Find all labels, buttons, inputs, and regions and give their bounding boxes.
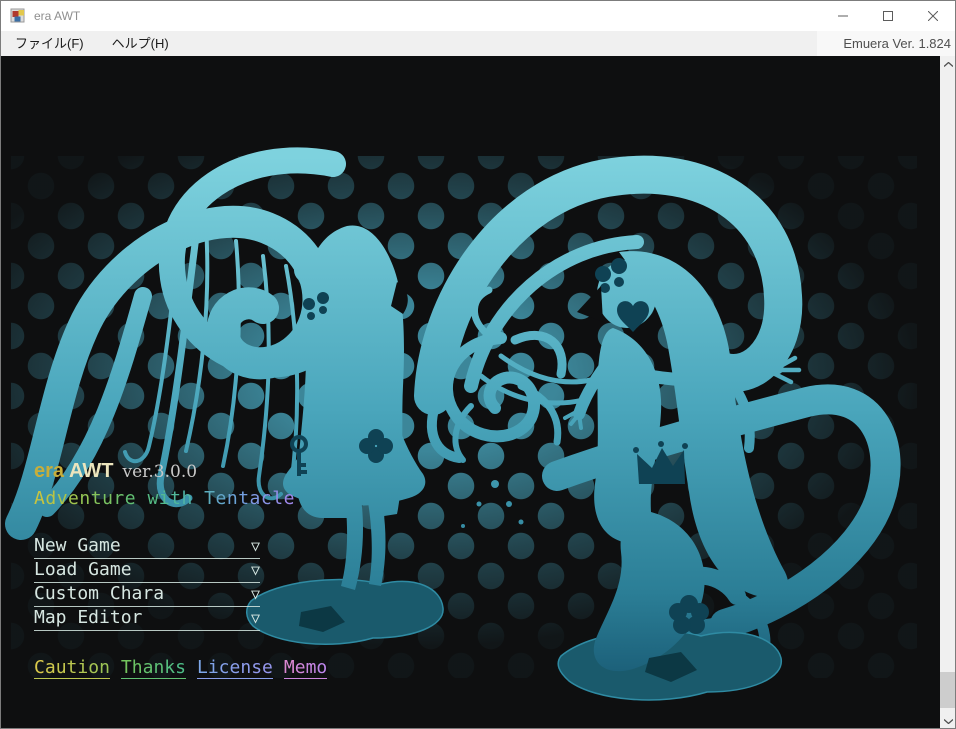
game-logo: eraAWT ver.3.0.0 — [34, 460, 197, 483]
menu-bar: ファイル(F) ヘルプ(H) Emuera Ver. 1.824 — [1, 31, 955, 56]
vertical-scrollbar[interactable] — [940, 56, 956, 729]
menu-file[interactable]: ファイル(F) — [1, 31, 98, 56]
logo-era: era — [34, 460, 64, 482]
emuera-version-label: Emuera Ver. 1.824 — [817, 31, 955, 56]
menu-help[interactable]: ヘルプ(H) — [98, 31, 183, 56]
close-icon — [928, 11, 938, 21]
app-window: era AWT ファイル(F) ヘルプ(H) Emuera Ver. 1.824 — [0, 0, 956, 729]
link-thanks[interactable]: Thanks — [121, 657, 186, 679]
menu-load-game[interactable]: Load Game ▽ — [34, 559, 260, 583]
app-window-icon — [10, 8, 26, 24]
window-title: era AWT — [34, 9, 820, 23]
dropdown-arrow-icon: ▽ — [251, 535, 260, 557]
menu-label: Custom Chara — [34, 583, 164, 605]
scrollbar-thumb[interactable] — [940, 672, 956, 708]
maximize-icon — [883, 11, 893, 21]
scroll-up-button[interactable] — [940, 56, 956, 73]
chevron-up-icon — [944, 62, 953, 67]
dropdown-arrow-icon: ▽ — [251, 559, 260, 581]
link-caution[interactable]: Caution — [34, 657, 110, 679]
menu-map-editor[interactable]: Map Editor ▽ — [34, 607, 260, 631]
logo-awt: AWT — [69, 460, 113, 482]
maximize-button[interactable] — [865, 1, 910, 31]
link-license[interactable]: License — [197, 657, 273, 679]
dropdown-arrow-icon: ▽ — [251, 607, 260, 629]
scroll-down-button[interactable] — [940, 713, 956, 729]
menu-custom-chara[interactable]: Custom Chara ▽ — [34, 583, 260, 607]
minimize-button[interactable] — [820, 1, 865, 31]
title-bar: era AWT — [1, 1, 955, 31]
close-button[interactable] — [910, 1, 955, 31]
footer-links: Caution Thanks License Memo — [34, 657, 327, 679]
link-memo[interactable]: Memo — [284, 657, 327, 679]
menu-label: New Game — [34, 535, 121, 557]
menu-label: Map Editor — [34, 607, 142, 629]
main-menu: New Game ▽ Load Game ▽ Custom Chara ▽ Ma… — [34, 535, 260, 631]
minimize-icon — [838, 11, 848, 21]
game-subtitle: Adventure with Tentacle — [34, 488, 295, 509]
menu-label: Load Game — [34, 559, 132, 581]
menu-new-game[interactable]: New Game ▽ — [34, 535, 260, 559]
game-console: eraAWTver.3.0.0 Adventure with Tentacle … — [1, 56, 956, 729]
dropdown-arrow-icon: ▽ — [251, 583, 260, 605]
chevron-down-icon — [944, 719, 953, 724]
logo-version: ver.3.0.0 — [122, 462, 197, 482]
